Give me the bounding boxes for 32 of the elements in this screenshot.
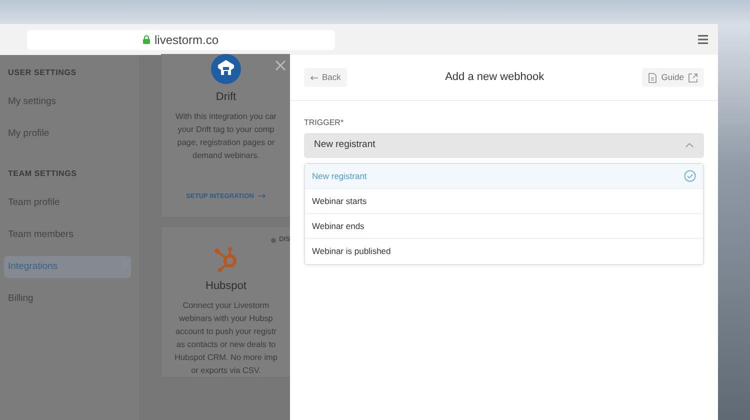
dropdown-option[interactable]: Webinar ends [305,214,703,239]
integration-description: With this integration you car your Drift tag to your comp page, registration pages or demand webinars. [175,110,277,162]
drift-logo-icon [211,54,241,84]
field-label: TRIGGER* [304,117,345,129]
sidebar-item[interactable]: Team profile [8,192,131,214]
integration-name: Drift [216,90,236,105]
arrow-left-icon [310,74,318,80]
section-heading: TEAM SETTINGS [8,168,78,180]
dropdown-option[interactable]: Webinar starts [305,189,703,214]
trigger-select[interactable]: New registrant [304,133,704,158]
section-heading: USER SETTINGS [8,67,78,79]
guide-button[interactable]: Guide [642,68,704,87]
sidebar-item[interactable]: Integrations [4,256,131,278]
lock-icon [143,35,150,44]
arrow-right-icon [258,193,266,200]
dropdown-option[interactable]: New registrant [305,164,703,189]
integration-description: Connect your Livestorm webinars with your Hubsp account to push your registr as contacts or new deals to Hubspot CRM. No more imp or exports via CSV. [174,300,278,377]
address-bar[interactable]: livestorm.co [27,30,335,50]
sidebar-item[interactable]: My profile [8,123,131,146]
panel-title: Add a new webhook [445,70,544,84]
integration-name: Hubspot [206,279,246,294]
dropdown-option[interactable]: Webinar is published [305,239,703,264]
external-link-icon [688,72,698,82]
sidebar-item[interactable]: My settings [8,91,131,114]
sidebar-item[interactable]: Team members [8,224,131,246]
document-icon [648,72,658,82]
status-dot [271,238,276,243]
menu-icon[interactable] [698,35,708,44]
url-text: livestorm.co [154,32,218,48]
check-circle-icon [684,170,696,182]
back-button[interactable]: Back [304,68,347,87]
sidebar-item[interactable]: Billing [8,288,131,310]
